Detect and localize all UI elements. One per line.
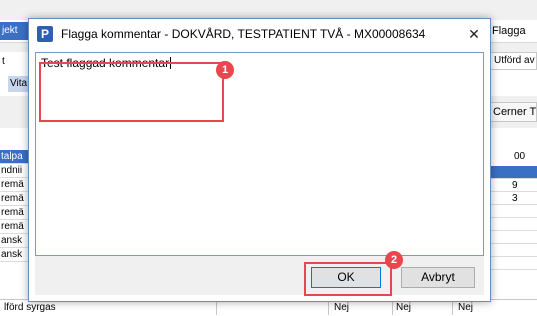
list-item[interactable]: remä — [0, 192, 30, 206]
background-label-t: t — [2, 56, 5, 67]
annotation-highlight-comment — [39, 62, 224, 122]
list-item[interactable]: ansk — [0, 248, 30, 262]
table-cell[interactable]: 9 — [484, 179, 537, 192]
table-cell[interactable] — [484, 218, 537, 231]
background-tab-left[interactable]: jekt — [0, 22, 28, 40]
dialog-title: Flagga kommentar - DOKVÅRD, TESTPATIENT … — [61, 27, 426, 41]
annotation-badge-2: 2 — [385, 251, 403, 269]
app-p-icon: P — [37, 26, 53, 42]
list-item[interactable]: talpa — [0, 150, 30, 164]
annotation-highlight-ok — [304, 262, 392, 296]
background-tab-flagga[interactable]: Flagga — [488, 22, 537, 40]
table-cell[interactable]: Nej — [458, 302, 473, 313]
table-cell[interactable]: 3 — [484, 192, 537, 205]
table-cell[interactable]: Nej — [334, 302, 349, 313]
background-cerner-button[interactable]: Cerner T — [488, 102, 537, 122]
close-icon[interactable]: ✕ — [461, 21, 487, 47]
annotation-badge-1: 1 — [216, 61, 234, 79]
list-item[interactable]: remä — [0, 220, 30, 234]
background-column-header: 00 — [514, 151, 526, 162]
table-cell[interactable] — [484, 205, 537, 218]
table-cell[interactable] — [484, 166, 537, 179]
table-cell[interactable] — [484, 231, 537, 244]
cancel-button[interactable]: Avbryt — [401, 267, 475, 288]
table-cell[interactable] — [484, 257, 537, 270]
dialog-titlebar[interactable]: P Flagga kommentar - DOKVÅRD, TESTPATIEN… — [29, 19, 490, 49]
background-right-column: 9 3 — [484, 166, 537, 270]
background-utford-field[interactable]: Utförd av — [490, 52, 537, 70]
list-item[interactable]: ndnii — [0, 164, 30, 178]
background-left-column: talpa ndnii remä remä remä remä ansk ans… — [0, 150, 30, 262]
row-label: lförd syrgas — [4, 302, 56, 313]
list-item[interactable]: ansk — [0, 234, 30, 248]
flag-comment-dialog: P Flagga kommentar - DOKVÅRD, TESTPATIEN… — [28, 18, 491, 302]
table-cell[interactable]: Nej — [396, 302, 411, 313]
list-item[interactable]: remä — [0, 178, 30, 192]
table-cell[interactable] — [484, 244, 537, 257]
list-item[interactable]: remä — [0, 206, 30, 220]
